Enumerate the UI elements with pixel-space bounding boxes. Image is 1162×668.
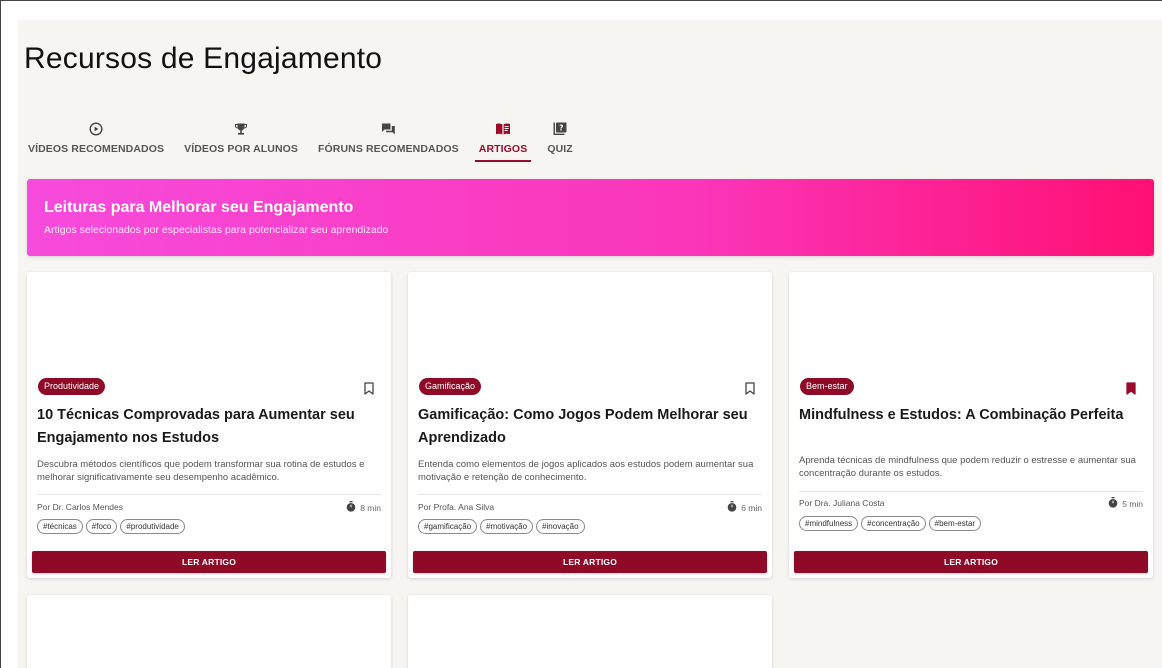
article-card: Produtividade 10 Técnicas Comprovadas pa…: [27, 272, 391, 578]
tab-videos-por-alunos[interactable]: VÍDEOS POR ALUNOS: [174, 118, 308, 162]
tab-label: VÍDEOS POR ALUNOS: [184, 143, 299, 155]
bookmark-filled-icon[interactable]: [1125, 382, 1137, 395]
timer-icon: [1108, 497, 1118, 510]
read-time: 6 min: [727, 501, 762, 514]
read-time-label: 5 min: [1122, 498, 1143, 509]
tag-chip[interactable]: #mindfulness: [799, 516, 859, 531]
tag-chip[interactable]: #técnicas: [37, 519, 83, 534]
category-chip[interactable]: Bem-estar: [800, 378, 854, 395]
card-divider: [799, 491, 1143, 492]
page-content: Recursos de Engajamento VÍDEOS RECOMENDA…: [18, 20, 1162, 668]
article-title: Gamificação: Como Jogos Podem Melhorar s…: [418, 407, 748, 446]
tab-foruns-recomendados[interactable]: FÓRUNS RECOMENDADOS: [308, 118, 469, 162]
read-time: 5 min: [1108, 497, 1143, 510]
article-card: [408, 595, 772, 668]
article-card: [27, 595, 391, 668]
book-open-icon: [495, 120, 511, 138]
read-time: 8 min: [346, 501, 381, 514]
articles-banner: Leituras para Melhorar seu Engajamento A…: [27, 179, 1154, 256]
category-chip[interactable]: Produtividade: [38, 378, 106, 395]
trophy-icon: [234, 120, 248, 138]
tag-chip[interactable]: #concentração: [861, 516, 926, 531]
play-circle-icon: [89, 120, 103, 138]
category-chip[interactable]: Gamificação: [419, 378, 482, 395]
resource-tabs: VÍDEOS RECOMENDADOS VÍDEOS POR ALUNOS FÓ…: [18, 118, 583, 162]
tag-chip[interactable]: #produtividade: [120, 519, 185, 534]
article-title: Mindfulness e Estudos: A Combinação Perf…: [799, 407, 1124, 423]
bookmark-outline-icon[interactable]: [744, 382, 756, 395]
tab-label: FÓRUNS RECOMENDADOS: [318, 143, 459, 155]
forum-icon: [381, 120, 396, 138]
tag-list: #técnicas #foco #produtividade: [37, 519, 185, 534]
tab-label: VÍDEOS RECOMENDADOS: [28, 143, 165, 155]
read-time-label: 6 min: [741, 502, 762, 513]
tab-quiz[interactable]: ? QUIZ: [537, 118, 582, 162]
tag-chip[interactable]: #inovação: [536, 519, 585, 534]
tag-list: #gamificação #motivação #inovação: [418, 519, 585, 534]
article-description: Descubra métodos científicos que podem t…: [37, 459, 365, 483]
article-author: Por Dra. Juliana Costa: [799, 498, 885, 508]
article-title: 10 Técnicas Comprovadas para Aumentar se…: [37, 407, 355, 446]
tab-label: ARTIGOS: [478, 143, 528, 155]
read-article-button[interactable]: LER ARTIGO: [32, 551, 386, 573]
article-description: Entenda como elementos de jogos aplicado…: [418, 459, 754, 483]
timer-icon: [346, 501, 356, 514]
banner-subtitle: Artigos selecionados por especialistas p…: [44, 224, 389, 236]
tag-list: #mindfulness #concentração #bem-estar: [799, 516, 982, 531]
card-divider: [418, 494, 762, 495]
svg-text:?: ?: [559, 124, 563, 133]
quiz-icon: ?: [553, 120, 567, 138]
window-border-left: [0, 0, 1, 668]
read-time-label: 8 min: [360, 502, 381, 513]
tag-chip[interactable]: #motivação: [480, 519, 534, 534]
tag-chip[interactable]: #gamificação: [418, 519, 478, 534]
read-article-button[interactable]: LER ARTIGO: [794, 551, 1148, 573]
article-card: Bem-estar Mindfulness e Estudos: A Combi…: [789, 272, 1153, 578]
read-article-button[interactable]: LER ARTIGO: [413, 551, 767, 573]
banner-title: Leituras para Melhorar seu Engajamento: [44, 199, 354, 216]
tab-label: QUIZ: [547, 143, 573, 155]
window-border-top: [0, 0, 1162, 1]
tab-videos-recomendados[interactable]: VÍDEOS RECOMENDADOS: [18, 118, 174, 162]
card-divider: [37, 494, 381, 495]
article-author: Por Profa. Ana Silva: [418, 502, 495, 512]
bookmark-outline-icon[interactable]: [363, 382, 375, 395]
timer-icon: [727, 501, 737, 514]
tag-chip[interactable]: #bem-estar: [928, 516, 982, 531]
tab-artigos[interactable]: ARTIGOS: [469, 118, 538, 162]
tag-chip[interactable]: #foco: [85, 519, 118, 534]
article-author: Por Dr. Carlos Mendes: [37, 502, 123, 512]
article-card: Gamificação Gamificação: Como Jogos Pode…: [408, 272, 772, 578]
article-description: Aprenda técnicas de mindfulness que pode…: [799, 455, 1136, 479]
page-title: Recursos de Engajamento: [24, 42, 383, 75]
